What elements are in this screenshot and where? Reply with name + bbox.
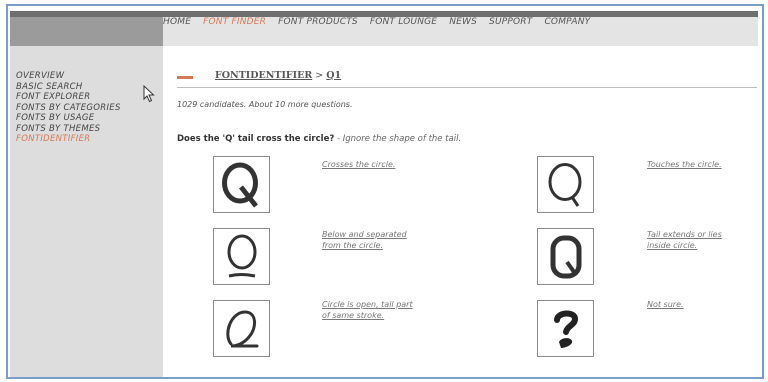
sidebar-item-fonts-by-themes[interactable]: FONTS BY THEMES (16, 124, 121, 135)
option-crosses-button[interactable] (213, 156, 270, 213)
option-inside-button[interactable] (537, 228, 594, 285)
breadcrumb-accent-dash (177, 76, 193, 79)
sidebar-item-font-explorer[interactable]: FONT EXPLORER (16, 92, 121, 103)
sidebar-item-fonts-by-usage[interactable]: FONTS BY USAGE (16, 113, 121, 124)
breadcrumb-separator: > (315, 70, 324, 81)
option-not-sure-button[interactable] (537, 300, 594, 357)
sidebar-item-basic-search[interactable]: BASIC SEARCH (16, 82, 121, 93)
crosses-circle-q-icon (221, 162, 258, 208)
sidebar-item-fonts-by-categories[interactable]: FONTS BY CATEGORIES (16, 103, 121, 114)
breadcrumb-divider (177, 87, 757, 88)
question-text: Does the 'Q' tail cross the circle? - Ig… (177, 134, 461, 144)
option-below-link[interactable]: Below and separated from the circle. (322, 230, 442, 251)
nav-support[interactable]: SUPPORT (489, 17, 532, 27)
sidebar-item-overview[interactable]: OVERVIEW (16, 71, 121, 82)
nav-company[interactable]: COMPANY (544, 17, 590, 27)
nav-news[interactable]: NEWS (449, 17, 477, 27)
nav-font-finder[interactable]: FONT FINDER (203, 17, 266, 27)
question-mark-icon (553, 310, 578, 348)
sidebar-item-fontidentifier[interactable]: FONTIDENTIFIER (16, 134, 121, 145)
nav-font-products[interactable]: FONT PRODUCTS (278, 17, 358, 27)
nav-font-lounge[interactable]: FONT LOUNGE (370, 17, 437, 27)
option-inside-link[interactable]: Tail extends or lies inside circle. (647, 230, 767, 251)
mouse-pointer-icon (143, 85, 155, 103)
option-not-sure-link[interactable]: Not sure. (647, 300, 767, 311)
main-nav: HOME FONT FINDER FONT PRODUCTS FONT LOUN… (163, 17, 602, 27)
question-hint: - Ignore the shape of the tail. (336, 134, 462, 144)
open-circle-q-icon (225, 309, 258, 347)
question-main: Does the 'Q' tail cross the circle? (177, 134, 335, 144)
candidate-count-text: 1029 candidates. About 10 more questions… (177, 100, 353, 109)
touches-circle-q-icon (548, 162, 581, 207)
option-open-button[interactable] (213, 300, 270, 357)
option-open-link[interactable]: Circle is open, tail part of same stroke… (322, 300, 442, 321)
sidebar: OVERVIEW BASIC SEARCH FONT EXPLORER FONT… (10, 46, 163, 377)
option-below-button[interactable] (213, 228, 270, 285)
breadcrumb-root-link[interactable]: FONTIDENTIFIER (215, 70, 312, 81)
option-touches-button[interactable] (537, 156, 594, 213)
breadcrumb-current-link[interactable]: Q1 (326, 70, 341, 81)
breadcrumb: FONTIDENTIFIER > Q1 (215, 70, 341, 81)
inside-tail-q-icon (550, 235, 581, 278)
below-separated-q-icon (227, 234, 256, 277)
logo-block (10, 17, 163, 46)
nav-home[interactable]: HOME (163, 17, 191, 27)
main-content: FONTIDENTIFIER > Q1 1029 candidates. Abo… (177, 46, 757, 377)
option-touches-link[interactable]: Touches the circle. (647, 160, 767, 171)
sidebar-list: OVERVIEW BASIC SEARCH FONT EXPLORER FONT… (16, 71, 121, 145)
option-crosses-link[interactable]: Crosses the circle. (322, 160, 442, 171)
